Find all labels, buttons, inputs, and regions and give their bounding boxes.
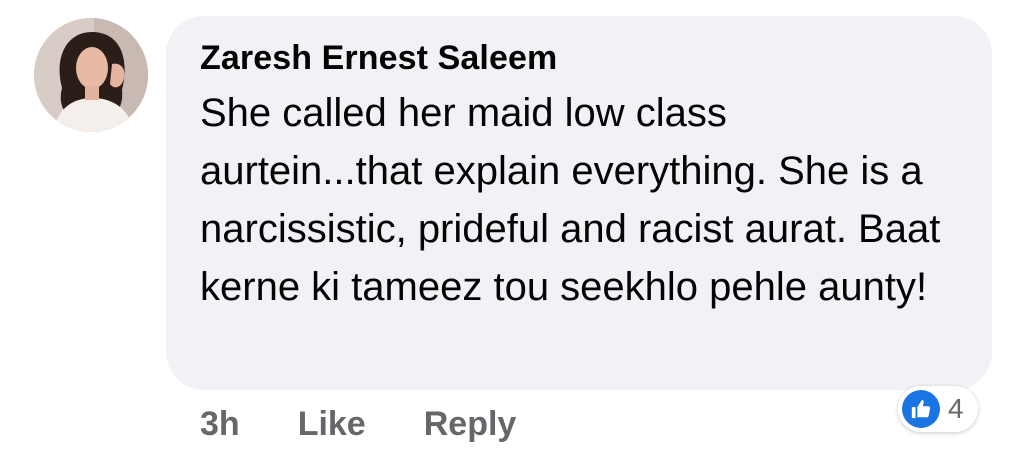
comment-item: Zaresh Ernest Saleem She called her maid…: [0, 0, 1024, 454]
like-button[interactable]: Like: [298, 404, 366, 444]
reply-button[interactable]: Reply: [424, 404, 517, 444]
comment-text: She called her maid low class aurtein...…: [200, 91, 941, 309]
avatar[interactable]: [34, 18, 148, 132]
comment-timestamp[interactable]: 3h: [200, 404, 240, 444]
comment-author-name[interactable]: Zaresh Ernest Saleem: [200, 38, 962, 78]
comment-bubble: Zaresh Ernest Saleem She called her maid…: [166, 16, 992, 390]
reaction-summary[interactable]: 4: [898, 386, 978, 432]
comment-actions: 3h Like Reply: [200, 404, 516, 444]
thumbs-up-icon: [902, 390, 940, 428]
reaction-count: 4: [948, 393, 964, 424]
